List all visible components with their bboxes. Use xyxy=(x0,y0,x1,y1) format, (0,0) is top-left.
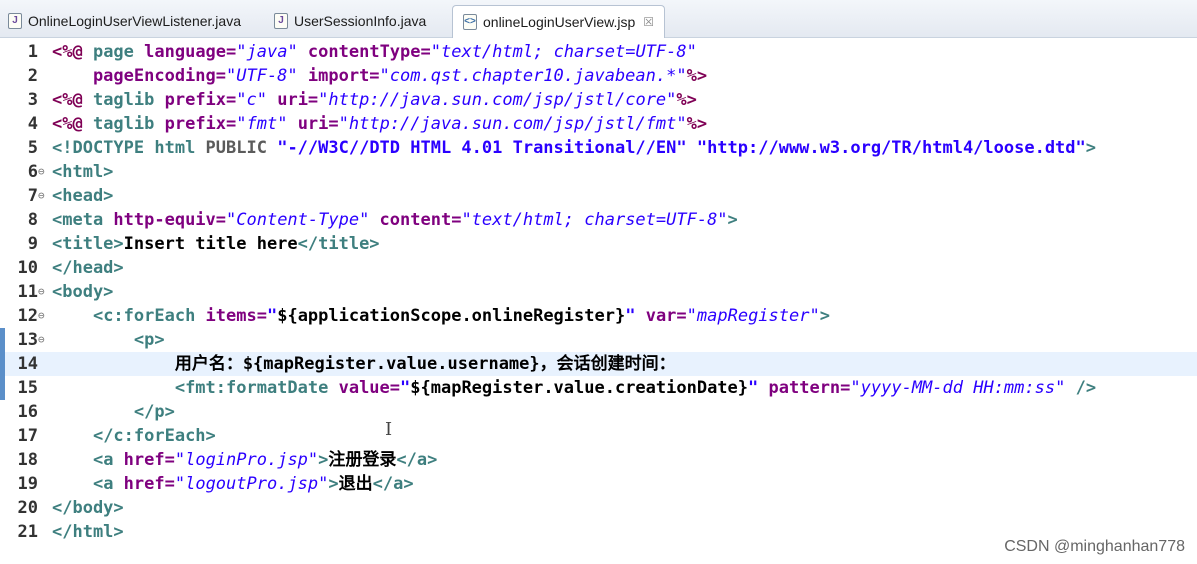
code-text: <meta http-equiv="Content-Type" content=… xyxy=(52,210,738,230)
code-text: <p> xyxy=(133,330,165,350)
line-number: 1 xyxy=(27,42,38,62)
code-editor[interactable]: 1 <%@ page language="java" contentType="t… xyxy=(0,38,1197,564)
line-number: 15 xyxy=(17,378,38,398)
close-icon[interactable]: ☒ xyxy=(643,15,654,29)
code-line[interactable]: 18 <a href="loginPro.jsp">注册登录</a> xyxy=(0,448,1197,472)
tab-user-session-info[interactable]: J UserSessionInfo.java xyxy=(274,6,426,35)
code-text: </body> xyxy=(52,498,124,518)
change-marker xyxy=(0,328,5,400)
code-text: <fmt:formatDate value="${mapRegister.val… xyxy=(174,378,1097,398)
line-number: 6 xyxy=(27,162,38,182)
line-number: 17 xyxy=(17,426,38,446)
line-number: 3 xyxy=(27,90,38,110)
tab-label: onlineLoginUserView.jsp xyxy=(483,14,636,30)
code-text: <a href="loginPro.jsp">注册登录</a> xyxy=(92,450,438,470)
line-number: 19 xyxy=(17,474,38,494)
code-line[interactable]: 20 </body> xyxy=(0,496,1197,520)
line-number: 18 xyxy=(17,450,38,470)
code-line[interactable]: 12 ⊖ <c:forEach items="${applicationScope… xyxy=(0,304,1197,328)
tab-label: OnlineLoginUserViewListener.java xyxy=(28,12,241,29)
code-text: <head> xyxy=(52,186,114,206)
code-line[interactable]: 1 <%@ page language="java" contentType="t… xyxy=(0,40,1197,64)
code-text: </head> xyxy=(52,258,124,278)
code-text: <%@ taglib prefix="c" uri="http://java.s… xyxy=(52,90,697,110)
code-line[interactable]: 4 <%@ taglib prefix="fmt" uri="http://jav… xyxy=(0,112,1197,136)
code-text: <!DOCTYPE html PUBLIC "-//W3C//DTD HTML … xyxy=(52,138,1097,158)
code-line[interactable]: 13 ⊖ <p> xyxy=(0,328,1197,352)
line-number: 5 xyxy=(27,138,38,158)
code-text: <html> xyxy=(52,162,114,182)
code-text: <a href="logoutPro.jsp">退出</a> xyxy=(92,474,414,494)
tab-label: UserSessionInfo.java xyxy=(294,12,427,29)
fold-toggle-icon[interactable]: ⊖ xyxy=(38,160,45,184)
code-text: </c:forEach> xyxy=(92,426,216,446)
tab-online-login-user-view-listener[interactable]: J OnlineLoginUserViewListener.java xyxy=(8,6,241,35)
code-line[interactable]: 2 pageEncoding="UTF-8" import="com.qst.c… xyxy=(0,64,1197,88)
line-number: 20 xyxy=(17,498,38,518)
tab-online-login-user-view-jsp[interactable]: <> onlineLoginUserView.jsp ☒ xyxy=(452,5,666,38)
fold-toggle-icon[interactable]: ⊖ xyxy=(38,328,45,352)
line-number: 4 xyxy=(27,114,38,134)
code-line[interactable]: 16 </p> xyxy=(0,400,1197,424)
java-file-icon: J xyxy=(274,12,288,29)
code-text: </html> xyxy=(52,522,124,542)
watermark: CSDN @minghanhan778 xyxy=(1004,538,1185,555)
java-file-icon: J xyxy=(8,12,22,29)
line-number: 2 xyxy=(27,66,38,86)
jsp-file-icon: <> xyxy=(463,14,477,30)
code-text: 用户名：${mapRegister.value.username}，会话创建时间… xyxy=(52,354,676,374)
line-number: 13 xyxy=(17,330,38,350)
code-line[interactable]: 11 ⊖ <body> xyxy=(0,280,1197,304)
line-number: 8 xyxy=(27,210,38,230)
code-text: <%@ page language="java" contentType="te… xyxy=(52,42,697,62)
code-line[interactable]: 15 <fmt:formatDate value="${mapRegister.… xyxy=(0,376,1197,400)
code-line[interactable]: 17 </c:forEach> xyxy=(0,424,1197,448)
code-line[interactable]: 3 <%@ taglib prefix="c" uri="http://java.… xyxy=(0,88,1197,112)
line-number: 16 xyxy=(17,402,38,422)
fold-toggle-icon[interactable]: ⊖ xyxy=(38,304,45,328)
code-text: <title>Insert title here</title> xyxy=(52,234,380,254)
fold-toggle-icon[interactable]: ⊖ xyxy=(38,184,45,208)
line-number: 14 xyxy=(17,354,38,374)
code-text: <%@ taglib prefix="fmt" uri="http://java… xyxy=(52,114,708,134)
code-text: </p> xyxy=(133,402,175,422)
line-number: 11 xyxy=(17,282,38,302)
fold-toggle-icon[interactable]: ⊖ xyxy=(38,280,45,304)
code-line[interactable]: 10 </head> xyxy=(0,256,1197,280)
text-cursor-icon: I xyxy=(385,419,393,440)
code-line[interactable]: 19 <a href="logoutPro.jsp">退出</a> xyxy=(0,472,1197,496)
line-number: 21 xyxy=(17,522,38,542)
line-number: 9 xyxy=(27,234,38,254)
code-text: <c:forEach items="${applicationScope.onl… xyxy=(92,306,830,326)
line-number: 12 xyxy=(17,306,38,326)
code-line[interactable]: 6 ⊖ <html> xyxy=(0,160,1197,184)
code-text: pageEncoding="UTF-8" import="com.qst.cha… xyxy=(52,66,708,86)
code-line[interactable]: 9 <title>Insert title here</title> xyxy=(0,232,1197,256)
editor-tab-bar: J OnlineLoginUserViewListener.java J Use… xyxy=(0,0,1197,38)
line-number: 10 xyxy=(17,258,38,278)
line-number: 7 xyxy=(27,186,38,206)
code-line[interactable]: 14 用户名：${mapRegister.value.username}，会话创… xyxy=(0,352,1197,376)
code-line[interactable]: 5 <!DOCTYPE html PUBLIC "-//W3C//DTD HTML… xyxy=(0,136,1197,160)
code-line[interactable]: 7 ⊖ <head> xyxy=(0,184,1197,208)
code-text: <body> xyxy=(52,282,114,302)
code-line[interactable]: 8 <meta http-equiv="Content-Type" content… xyxy=(0,208,1197,232)
